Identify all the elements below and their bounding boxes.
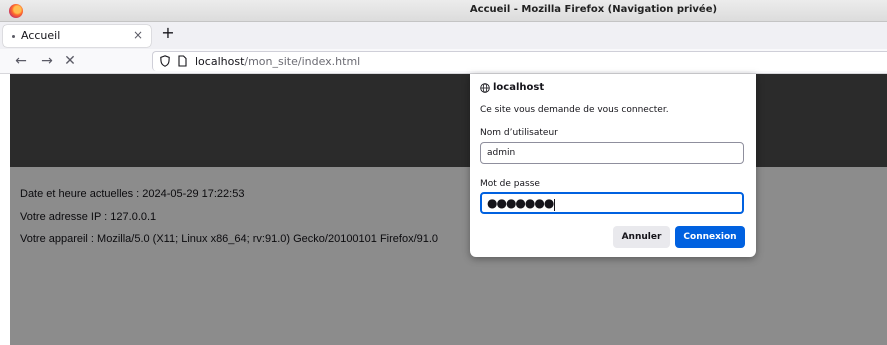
stop-button[interactable]: ✕ — [61, 52, 79, 70]
dialog-host: localhost — [480, 82, 544, 93]
new-tab-button[interactable]: + — [159, 24, 177, 42]
forward-button[interactable]: → — [38, 52, 56, 70]
auth-dialog: localhost Ce site vous demande de vous c… — [470, 74, 756, 257]
tab-dot-icon — [12, 35, 15, 38]
tab-close-icon[interactable]: × — [131, 27, 145, 43]
password-input[interactable]: ●●●●●●● — [480, 192, 744, 214]
url-host: localhost — [195, 55, 245, 68]
dialog-host-label: localhost — [493, 82, 545, 93]
login-button[interactable]: Connexion — [675, 226, 745, 248]
username-label: Nom d’utilisateur — [480, 128, 558, 138]
cancel-button[interactable]: Annuler — [613, 226, 670, 248]
tab-accueil[interactable]: Accueil × — [3, 25, 151, 47]
back-button[interactable]: ← — [12, 52, 30, 70]
tab-label: Accueil — [21, 29, 61, 42]
username-input[interactable]: admin — [480, 142, 744, 164]
globe-icon — [480, 82, 490, 93]
password-label: Mot de passe — [480, 179, 540, 189]
url-text[interactable]: localhost/mon_site/index.html — [195, 55, 360, 68]
url-path: /mon_site/index.html — [244, 55, 361, 68]
window-title: Accueil - Mozilla Firefox (Navigation pr… — [469, 4, 718, 15]
text-caret — [554, 198, 556, 211]
shield-icon[interactable] — [160, 55, 170, 67]
window-titlebar: Accueil - Mozilla Firefox (Navigation pr… — [0, 0, 887, 22]
tab-strip: Accueil × — [0, 22, 887, 49]
page-icon[interactable] — [178, 55, 187, 67]
nav-bar: ← → ✕ localhost/mon_site/index.html — [0, 49, 887, 74]
url-bar[interactable]: localhost/mon_site/index.html — [152, 51, 887, 71]
password-mask: ●●●●●●● — [487, 196, 554, 210]
dialog-message: Ce site vous demande de vous connecter. — [480, 105, 669, 115]
